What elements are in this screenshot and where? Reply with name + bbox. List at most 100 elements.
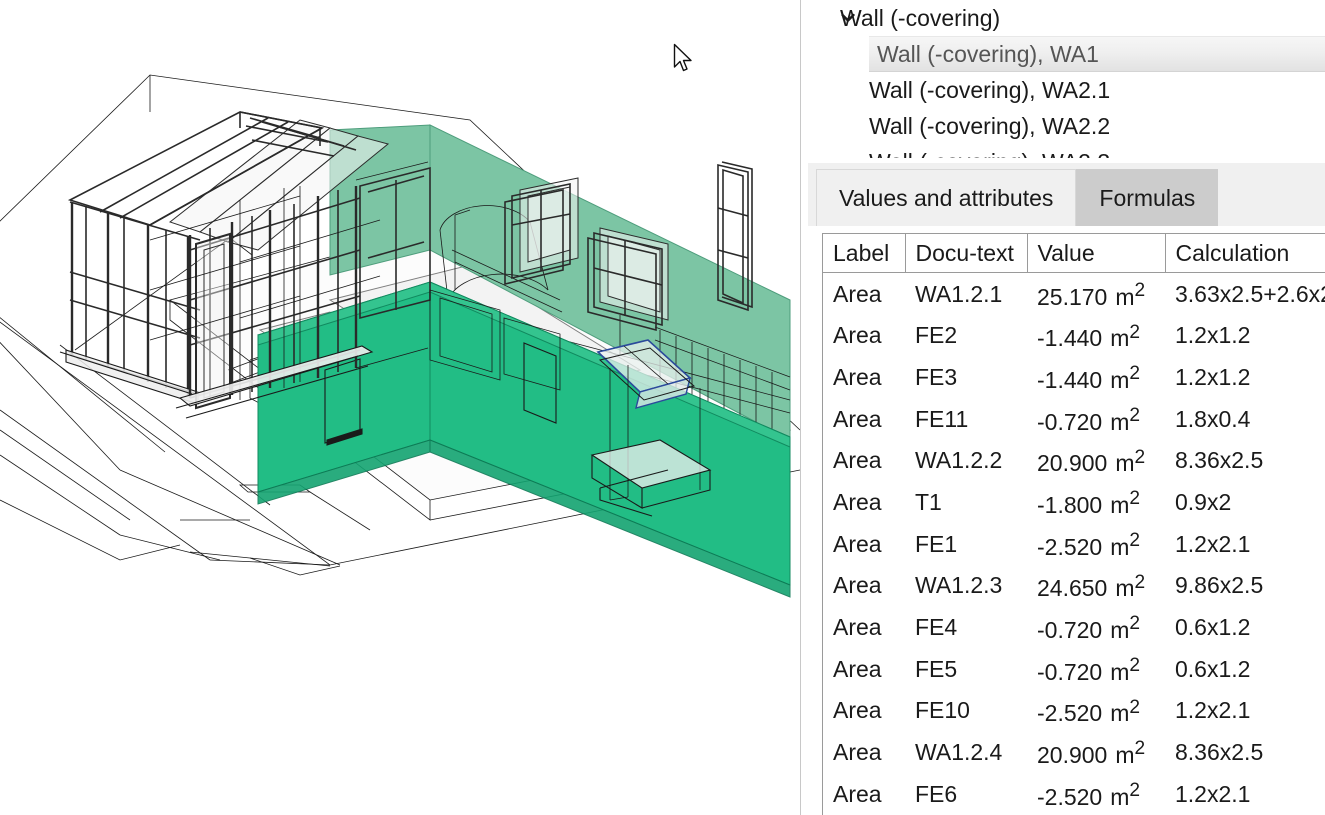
cell-value-exponent: 2 bbox=[1129, 488, 1141, 510]
cell-value-number: -0.720 bbox=[1037, 616, 1103, 643]
table-body: Area WA1.2.1 25.170 m2 3.63x2.5+2.6x2 Area FE2… bbox=[823, 273, 1325, 815]
cell-label: Area bbox=[833, 489, 882, 516]
cell-label: Area bbox=[833, 530, 882, 557]
cell-label: Area bbox=[833, 614, 882, 641]
cell-value-exponent: 2 bbox=[1134, 571, 1146, 593]
cell-value: -2.520 m2 bbox=[1027, 690, 1165, 732]
cell-value-number: -1.440 bbox=[1037, 366, 1103, 393]
cell-value-number: -2.520 bbox=[1037, 700, 1103, 727]
cell-value: -0.720 m2 bbox=[1027, 606, 1165, 648]
cell-value-exponent: 2 bbox=[1129, 613, 1141, 635]
cell-label: Area bbox=[833, 280, 882, 307]
cell-value-unit: m bbox=[1115, 283, 1135, 310]
cell-value: -1.800 m2 bbox=[1027, 481, 1165, 523]
table-row[interactable]: Area FE1 -2.520 m2 1.2x2.1 bbox=[823, 523, 1325, 565]
table-row[interactable]: Area FE2 -1.440 m2 1.2x1.2 bbox=[823, 315, 1325, 357]
cell-docu-text: FE3 bbox=[915, 364, 958, 391]
column-header-label[interactable]: Label bbox=[823, 234, 906, 273]
tab-label: Values and attributes bbox=[839, 184, 1054, 211]
cell-value-number: -2.520 bbox=[1037, 783, 1103, 810]
cell-label: Area bbox=[833, 697, 882, 724]
cell-docu-text: FE1 bbox=[915, 530, 958, 557]
cell-value-exponent: 2 bbox=[1129, 529, 1141, 551]
column-header-docu-text[interactable]: Docu-text bbox=[905, 234, 1028, 273]
table-row[interactable]: Area FE10 -2.520 m2 1.2x2.1 bbox=[823, 690, 1325, 732]
cell-docu-text: FE10 bbox=[915, 697, 970, 724]
table-row[interactable]: Area FE11 -0.720 m2 1.8x0.4 bbox=[823, 398, 1325, 440]
cell-value-unit: m bbox=[1110, 616, 1130, 643]
cell-docu-text: FE2 bbox=[915, 322, 958, 349]
cell-value-unit: m bbox=[1115, 741, 1135, 768]
cell-value-number: -0.720 bbox=[1037, 408, 1103, 435]
cell-value: -1.440 m2 bbox=[1027, 315, 1165, 357]
table-row[interactable]: Area WA1.2.4 20.900 m2 8.36x2.5 bbox=[823, 731, 1325, 773]
tree-item-label: Wall (-covering), WA2.1 bbox=[869, 77, 1111, 103]
cell-calculation: 1.2x2.1 bbox=[1175, 697, 1251, 724]
cell-value-unit: m bbox=[1110, 325, 1130, 352]
table-row[interactable]: Area WA1.2.2 20.900 m2 8.36x2.5 bbox=[823, 440, 1325, 482]
table-row[interactable]: Area FE6 -2.520 m2 1.2x2.1 bbox=[823, 773, 1325, 815]
properties-panel: Wall (-covering) Wall (-covering), WA1 W… bbox=[808, 0, 1325, 815]
cell-docu-text: FE4 bbox=[915, 614, 958, 641]
tree-item-label: Wall (-covering), WA2.3 bbox=[869, 149, 1110, 158]
column-header-value[interactable]: Value bbox=[1027, 234, 1166, 273]
cell-calculation: 0.6x1.2 bbox=[1175, 655, 1251, 682]
table-header-row: Label Docu-text Value Calculation bbox=[823, 234, 1325, 273]
table-row[interactable]: Area WA1.2.1 25.170 m2 3.63x2.5+2.6x2 bbox=[823, 273, 1325, 315]
cell-label: Area bbox=[833, 364, 882, 391]
cell-value-exponent: 2 bbox=[1129, 779, 1141, 801]
cell-calculation: 8.36x2.5 bbox=[1175, 739, 1264, 766]
table-row[interactable]: Area WA1.2.3 24.650 m2 9.86x2.5 bbox=[823, 565, 1325, 607]
cell-value: -0.720 m2 bbox=[1027, 398, 1165, 440]
cell-calculation: 9.86x2.5 bbox=[1175, 572, 1264, 599]
table-row[interactable]: Area T1 -1.800 m2 0.9x2 bbox=[823, 481, 1325, 523]
tree-root-node[interactable]: Wall (-covering) bbox=[808, 0, 1325, 36]
cell-docu-text: FE11 bbox=[915, 405, 969, 432]
chevron-down-icon[interactable] bbox=[837, 0, 859, 36]
cell-calculation: 1.2x1.2 bbox=[1175, 364, 1251, 391]
cell-value-unit: m bbox=[1110, 783, 1130, 810]
cell-value-number: 20.900 bbox=[1037, 450, 1108, 477]
cell-calculation: 1.2x1.2 bbox=[1175, 322, 1251, 349]
cell-calculation: 1.2x2.1 bbox=[1175, 530, 1251, 557]
formulas-table-container[interactable]: Label Docu-text Value Calculation Area WA… bbox=[822, 233, 1325, 815]
tab-values-and-attributes[interactable]: Values and attributes bbox=[816, 169, 1077, 226]
tab-formulas[interactable]: Formulas bbox=[1076, 169, 1219, 226]
application-window: .ln { fill:none; stroke:#1a1a1a; stroke-… bbox=[0, 0, 1325, 815]
tree-item-label: Wall (-covering), WA1 bbox=[877, 41, 1099, 67]
3d-model-viewport[interactable]: .ln { fill:none; stroke:#1a1a1a; stroke-… bbox=[0, 0, 800, 815]
cell-value-exponent: 2 bbox=[1134, 280, 1146, 301]
cell-label: Area bbox=[833, 655, 882, 682]
table-row[interactable]: Area FE4 -0.720 m2 0.6x1.2 bbox=[823, 606, 1325, 648]
cell-value: -1.440 m2 bbox=[1027, 356, 1165, 398]
tree-item-wa2-2[interactable]: Wall (-covering), WA2.2 bbox=[808, 108, 1325, 144]
cell-value-exponent: 2 bbox=[1129, 363, 1141, 385]
tree-item-wa1[interactable]: Wall (-covering), WA1 bbox=[869, 36, 1325, 72]
element-tree[interactable]: Wall (-covering) Wall (-covering), WA1 W… bbox=[808, 0, 1325, 162]
cell-calculation: 0.6x1.2 bbox=[1175, 614, 1251, 641]
cell-calculation: 0.9x2 bbox=[1175, 489, 1232, 516]
cell-value-unit: m bbox=[1115, 450, 1135, 477]
cell-value-exponent: 2 bbox=[1129, 404, 1141, 426]
cell-label: Area bbox=[833, 447, 882, 474]
cell-value-unit: m bbox=[1110, 408, 1130, 435]
cell-docu-text: T1 bbox=[915, 489, 942, 516]
table-row[interactable]: Area FE3 -1.440 m2 1.2x1.2 bbox=[823, 356, 1325, 398]
cell-value-unit: m bbox=[1110, 658, 1130, 685]
cell-value: -2.520 m2 bbox=[1027, 773, 1165, 815]
cell-value-exponent: 2 bbox=[1129, 654, 1141, 676]
cell-label: Area bbox=[833, 322, 882, 349]
tree-item-wa2-3[interactable]: Wall (-covering), WA2.3 bbox=[808, 144, 1325, 158]
table-row[interactable]: Area FE5 -0.720 m2 0.6x1.2 bbox=[823, 648, 1325, 690]
cell-value: -2.520 m2 bbox=[1027, 523, 1165, 565]
tree-item-wa2-1[interactable]: Wall (-covering), WA2.1 bbox=[808, 72, 1325, 108]
cell-value-unit: m bbox=[1110, 366, 1130, 393]
cell-value-number: -2.520 bbox=[1037, 533, 1103, 560]
cell-label: Area bbox=[833, 405, 882, 432]
column-header-calculation[interactable]: Calculation bbox=[1165, 234, 1325, 273]
cell-calculation: 8.36x2.5 bbox=[1175, 447, 1264, 474]
tab-label: Formulas bbox=[1099, 184, 1196, 211]
cell-value-exponent: 2 bbox=[1129, 696, 1141, 718]
cell-value: 20.900 m2 bbox=[1027, 440, 1165, 482]
tree-item-label: Wall (-covering), WA2.2 bbox=[869, 113, 1111, 139]
